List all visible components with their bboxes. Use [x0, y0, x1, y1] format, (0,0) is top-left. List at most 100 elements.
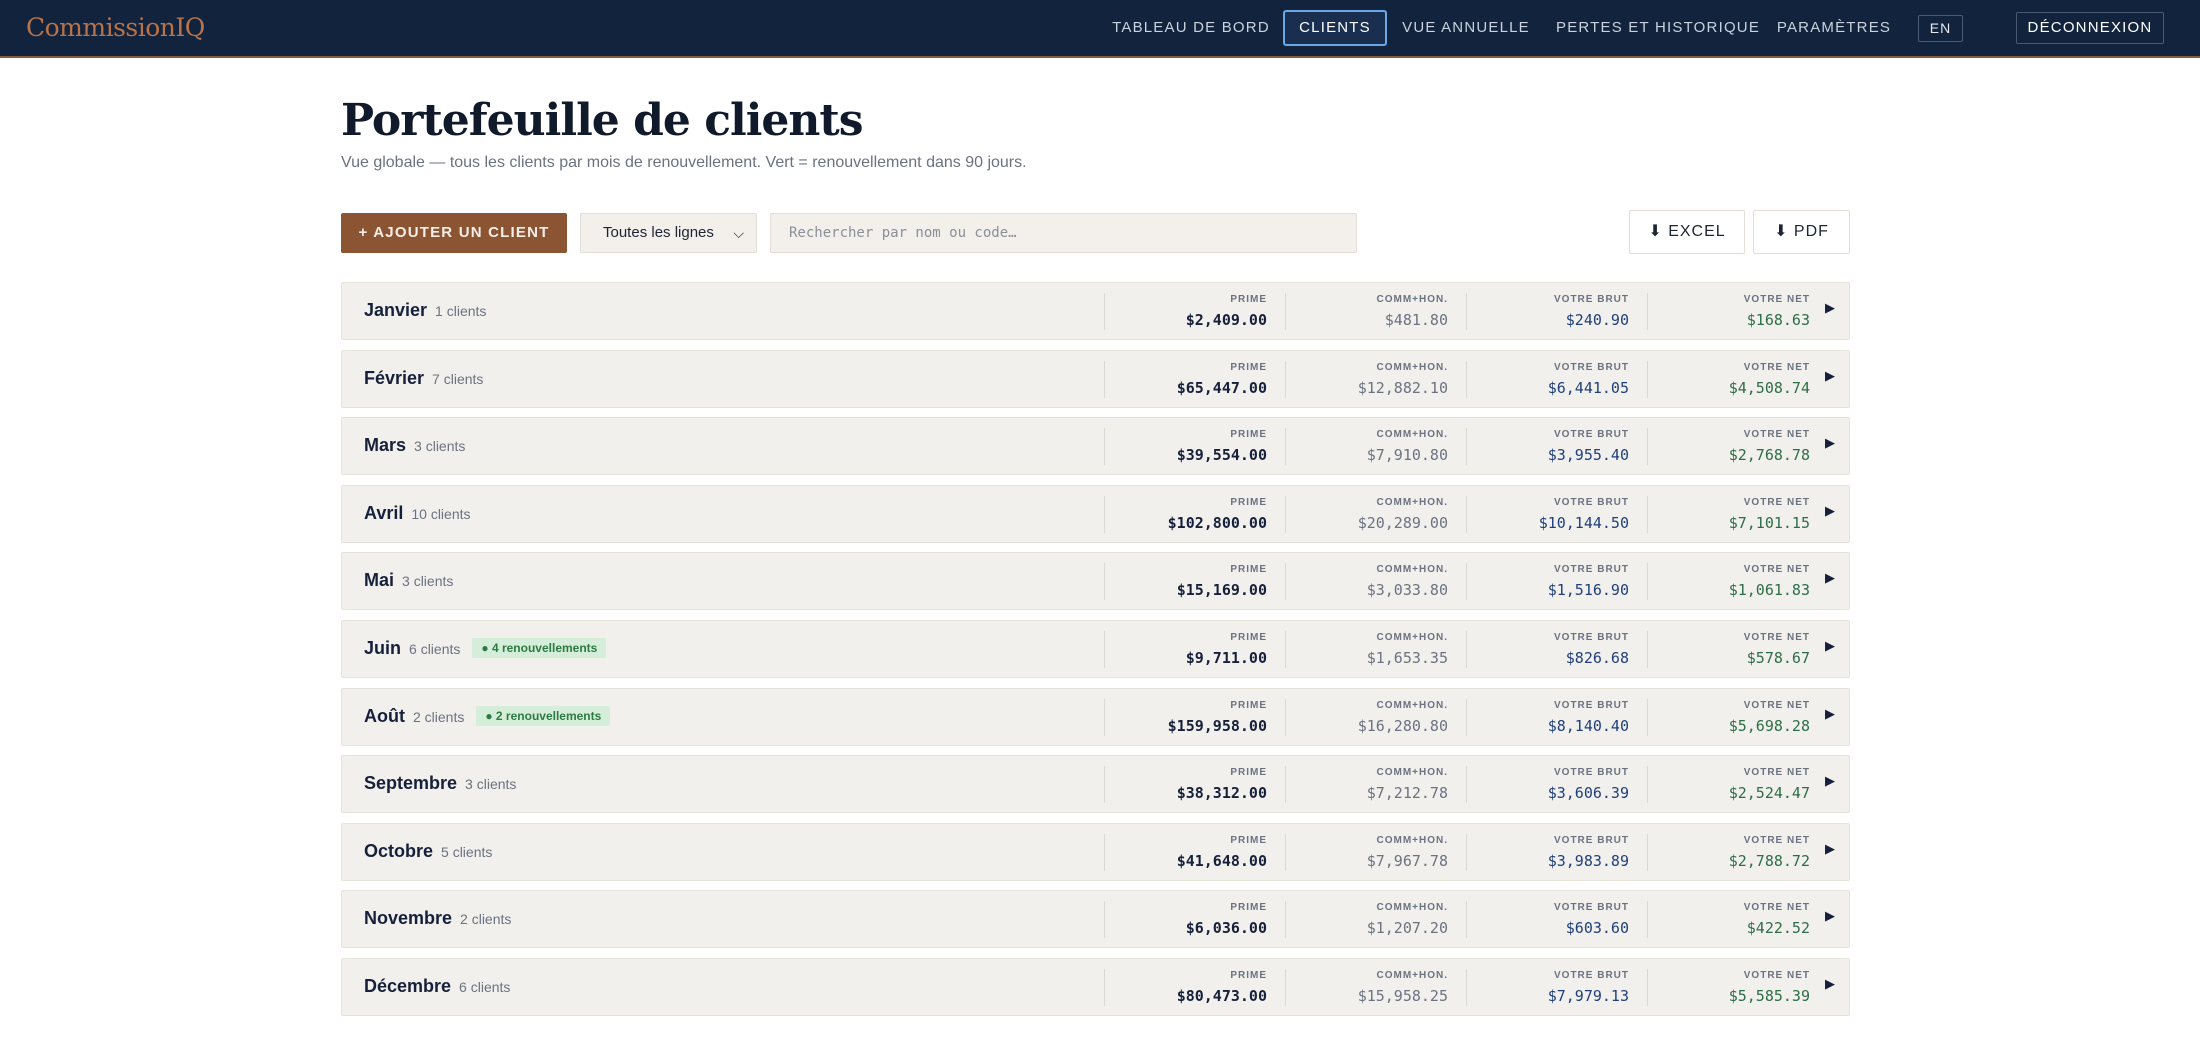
comm-label: COMM+HON.: [1376, 902, 1448, 914]
net-value: $1,061.83: [1728, 581, 1810, 600]
expand-triangle-icon[interactable]: ▶: [1825, 976, 1835, 992]
prime-cell: PRIME $80,473.00: [1104, 968, 1285, 1006]
download-arrow-icon: ⬇: [1648, 223, 1663, 240]
language-toggle-button[interactable]: EN: [1918, 15, 1963, 42]
app-logo[interactable]: CommissionIQ: [26, 13, 205, 42]
add-client-button[interactable]: + AJOUTER UN CLIENT: [341, 213, 567, 253]
search-input[interactable]: Rechercher par nom ou code…: [770, 213, 1357, 253]
month-row[interactable]: Octobre 5 clients PRIME $41,648.00 COMM+H…: [341, 822, 1850, 881]
brut-value: $826.68: [1565, 648, 1629, 667]
prime-cell: PRIME $159,958.00: [1104, 698, 1285, 736]
comm-value: $7,967.78: [1366, 851, 1448, 870]
brut-value: $1,516.90: [1547, 581, 1629, 600]
net-value: $168.63: [1746, 311, 1810, 329]
month-name: Août 2 clients ● 2 renouvellements: [364, 705, 611, 727]
brut-cell: VOTRE BRUT $240.90: [1466, 293, 1647, 330]
net-value: $7,101.15: [1728, 513, 1810, 532]
month-row[interactable]: Juin 6 clients ● 4 renouvellements PRIME $…: [341, 619, 1850, 678]
comm-label: COMM+HON.: [1376, 496, 1448, 508]
month-row[interactable]: Mai 3 clients PRIME $15,169.00 COMM+HON. …: [341, 552, 1850, 611]
month-client-count: 3 clients: [402, 573, 454, 590]
expand-triangle-icon[interactable]: ▶: [1825, 841, 1835, 857]
prime-value: $9,711.00: [1185, 648, 1267, 667]
export-pdf-button[interactable]: ⬇ PDF: [1753, 210, 1850, 254]
net-cell: VOTRE NET $2,524.47: [1647, 766, 1828, 804]
renewal-badge: ● 4 renouvellements: [472, 637, 607, 658]
month-row[interactable]: Septembre 3 clients PRIME $38,312.00 COMM…: [341, 755, 1850, 814]
logout-button[interactable]: DÉCONNEXION: [2016, 12, 2164, 44]
comm-cell: COMM+HON. $7,967.78: [1285, 833, 1466, 871]
net-value: $2,524.47: [1728, 784, 1810, 803]
brut-label: VOTRE BRUT: [1554, 631, 1629, 643]
month-row[interactable]: Février 7 clients PRIME $65,447.00 COMM+H…: [341, 349, 1850, 408]
prime-cell: PRIME $15,169.00: [1104, 563, 1285, 601]
month-label: Août: [364, 705, 405, 726]
month-label: Juin: [364, 637, 402, 658]
comm-label: COMM+HON.: [1376, 969, 1448, 981]
brut-value: $10,144.50: [1538, 513, 1629, 532]
chevron-down-icon: ⌵: [733, 225, 744, 241]
nav-tab-parametres[interactable]: PARAMÈTRES: [1776, 10, 1892, 46]
comm-value: $1,207.20: [1366, 919, 1448, 938]
month-row[interactable]: Mars 3 clients PRIME $39,554.00 COMM+HON.…: [341, 417, 1850, 476]
top-navigation-bar: CommissionIQ TABLEAU DE BORD CLIENTS VUE…: [0, 0, 2200, 58]
expand-triangle-icon[interactable]: ▶: [1825, 300, 1835, 316]
expand-triangle-icon[interactable]: ▶: [1825, 503, 1835, 519]
expand-triangle-icon[interactable]: ▶: [1825, 706, 1835, 722]
expand-triangle-icon[interactable]: ▶: [1825, 435, 1835, 451]
brut-label: VOTRE BRUT: [1554, 767, 1629, 779]
export-excel-button[interactable]: ⬇ EXCEL: [1629, 210, 1745, 254]
brut-value: $7,979.13: [1547, 986, 1629, 1005]
expand-triangle-icon[interactable]: ▶: [1825, 570, 1835, 586]
prime-value: $65,447.00: [1176, 378, 1267, 397]
prime-cell: PRIME $102,800.00: [1104, 495, 1285, 533]
line-filter-select[interactable]: Toutes les lignes ⌵: [580, 213, 757, 253]
month-totals: PRIME $159,958.00 COMM+HON. $16,280.80 V…: [1104, 698, 1810, 736]
brut-label: VOTRE BRUT: [1554, 834, 1629, 846]
month-row[interactable]: Avril 10 clients PRIME $102,800.00 COMM+H…: [341, 484, 1850, 543]
month-row[interactable]: Novembre 2 clients PRIME $6,036.00 COMM+H…: [341, 890, 1850, 949]
prime-label: PRIME: [1230, 969, 1267, 981]
nav-tab-vue-annuelle[interactable]: VUE ANNUELLE: [1400, 10, 1532, 46]
net-cell: VOTRE NET $5,698.28: [1647, 698, 1828, 736]
page-subtitle: Vue globale — tous les clients par mois …: [341, 154, 1027, 171]
net-value: $578.67: [1746, 648, 1810, 667]
month-client-count: 6 clients: [409, 640, 461, 657]
expand-triangle-icon[interactable]: ▶: [1825, 908, 1835, 924]
month-row[interactable]: Août 2 clients ● 2 renouvellements PRIME $…: [341, 687, 1850, 746]
nav-tab-clients[interactable]: CLIENTS: [1283, 10, 1387, 46]
month-totals: PRIME $6,036.00 COMM+HON. $1,207.20 VOTR…: [1104, 901, 1810, 939]
net-label: VOTRE NET: [1743, 902, 1810, 914]
comm-cell: COMM+HON. $1,207.20: [1285, 901, 1466, 939]
net-value: $4,508.74: [1728, 378, 1810, 397]
brut-value: $603.60: [1565, 919, 1629, 938]
month-label: Octobre: [364, 840, 434, 861]
comm-value: $3,033.80: [1366, 581, 1448, 600]
prime-value: $6,036.00: [1185, 919, 1267, 938]
comm-value: $481.80: [1384, 311, 1448, 329]
nav-tab-tableau-de-bord[interactable]: TABLEAU DE BORD: [1111, 10, 1271, 46]
export-pdf-label: PDF: [1793, 223, 1829, 240]
month-row[interactable]: Janvier 1 clients PRIME $2,409.00 COMM+HO…: [341, 282, 1850, 340]
prime-value: $159,958.00: [1167, 716, 1267, 735]
expand-triangle-icon[interactable]: ▶: [1825, 773, 1835, 789]
prime-label: PRIME: [1230, 496, 1267, 508]
month-client-count: 2 clients: [460, 911, 512, 928]
net-value: $2,768.78: [1728, 446, 1810, 465]
nav-tab-pertes-et-historique[interactable]: PERTES ET HISTORIQUE: [1556, 10, 1759, 46]
prime-label: PRIME: [1230, 834, 1267, 846]
month-row[interactable]: Décembre 6 clients PRIME $80,473.00 COMM+…: [341, 957, 1850, 1016]
month-label: Novembre: [364, 908, 453, 929]
brut-cell: VOTRE BRUT $603.60: [1466, 901, 1647, 939]
brut-label: VOTRE BRUT: [1554, 361, 1629, 373]
net-label: VOTRE NET: [1743, 767, 1810, 779]
month-totals: PRIME $15,169.00 COMM+HON. $3,033.80 VOT…: [1104, 563, 1810, 601]
comm-label: COMM+HON.: [1376, 429, 1448, 441]
month-client-count: 7 clients: [432, 370, 484, 387]
expand-triangle-icon[interactable]: ▶: [1825, 638, 1835, 654]
expand-triangle-icon[interactable]: ▶: [1825, 368, 1835, 384]
prime-cell: PRIME $38,312.00: [1104, 766, 1285, 804]
month-list: Janvier 1 clients PRIME $2,409.00 COMM+HO…: [341, 282, 1850, 1026]
brut-cell: VOTRE BRUT $826.68: [1466, 630, 1647, 668]
prime-label: PRIME: [1230, 294, 1267, 305]
